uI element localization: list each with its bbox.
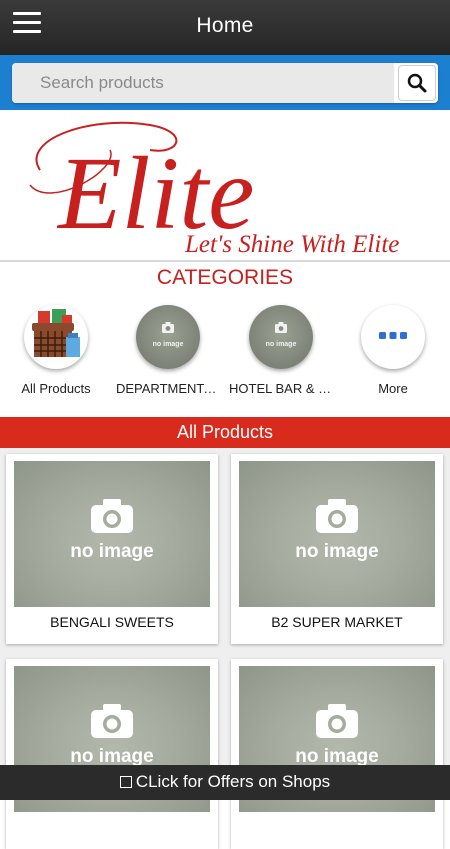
category-label: All Products (21, 381, 91, 396)
category-label: DEPARTMENTA… (116, 381, 224, 396)
category-hotel-bar[interactable]: no image HOTEL BAR & R… (225, 305, 337, 396)
product-name: BENGALI SWEETS (50, 614, 174, 630)
section-header: All Products (0, 417, 450, 448)
category-image (361, 305, 425, 369)
search-bar (0, 55, 450, 110)
product-card[interactable]: no image BENGALI SWEETS (6, 454, 218, 644)
category-all-products[interactable]: All Products (0, 305, 112, 396)
product-card[interactable]: no image B2 SUPER MARKET (231, 454, 443, 644)
app-header: Home (0, 0, 450, 55)
camera-icon (275, 322, 287, 333)
product-card[interactable]: no image (6, 659, 218, 849)
offers-footer-button[interactable]: CLick for Offers on Shops (0, 765, 450, 800)
elite-logo: Elite Let's Shine With Elite (29, 121, 399, 258)
search-input[interactable] (12, 63, 394, 103)
more-dots-icon (379, 332, 407, 339)
search-icon (407, 73, 427, 93)
all-products-icon (32, 309, 80, 357)
no-image-text: no image (70, 541, 154, 562)
camera-icon (316, 704, 358, 738)
category-image: no image (136, 305, 200, 369)
no-image-text: no image (265, 341, 297, 348)
no-image-text: no image (152, 341, 184, 348)
category-image (24, 305, 88, 369)
product-image: no image (239, 461, 435, 607)
product-image: no image (14, 461, 210, 607)
category-label: HOTEL BAR & R… (229, 381, 337, 396)
search-button[interactable] (398, 65, 436, 101)
categories-heading: CATEGORIES (156, 266, 294, 289)
category-label: More (378, 381, 408, 396)
product-name: B2 SUPER MARKET (271, 614, 403, 630)
camera-icon (91, 499, 133, 533)
divider (0, 260, 450, 262)
category-image: no image (249, 305, 313, 369)
page-title: Home (196, 14, 254, 37)
camera-icon (91, 704, 133, 738)
category-more[interactable]: More (337, 305, 449, 396)
brand-banner: Elite Let's Shine With Elite (0, 110, 450, 262)
camera-icon (162, 322, 174, 333)
brand-tagline: Let's Shine With Elite (184, 231, 399, 258)
footer-label: CLick for Offers on Shops (135, 772, 331, 791)
product-grid: no image BENGALI SWEETS no image B2 SUPE… (0, 448, 450, 849)
search-box (12, 63, 438, 103)
categories-row: All Products no image DEPARTMENTA… no im… (0, 305, 450, 405)
no-image-text: no image (295, 541, 379, 562)
product-card[interactable]: no image (231, 659, 443, 849)
camera-icon (316, 499, 358, 533)
category-departmental[interactable]: no image DEPARTMENTA… (112, 305, 224, 396)
offers-icon (119, 776, 132, 788)
